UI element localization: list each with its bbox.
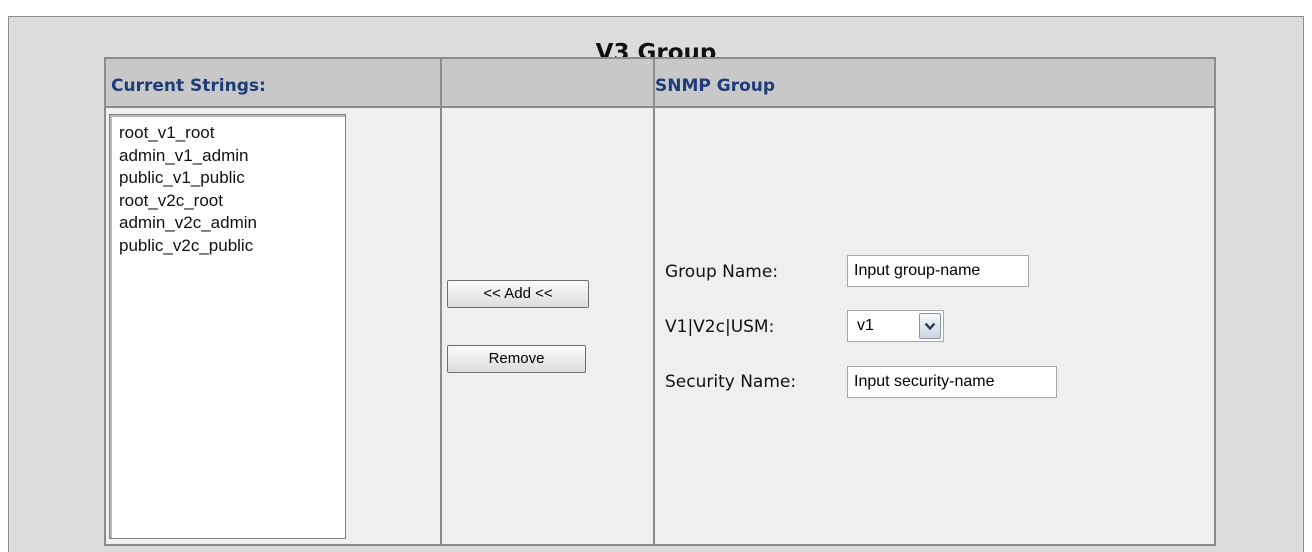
model-label: V1|V2c|USM: [665, 317, 775, 337]
chevron-down-icon[interactable] [919, 313, 941, 339]
list-item[interactable]: public_v2c_public [119, 235, 345, 258]
add-button[interactable]: << Add << [447, 280, 589, 308]
model-select-value: v1 [857, 317, 874, 334]
list-item[interactable]: admin_v2c_admin [119, 212, 345, 235]
model-select[interactable]: v1 [847, 310, 944, 342]
snmp-group-header: SNMP Group [655, 76, 776, 96]
column-divider [653, 59, 655, 544]
group-name-label: Group Name: [665, 262, 779, 282]
list-item[interactable]: admin_v1_admin [119, 145, 345, 168]
list-item[interactable]: public_v1_public [119, 167, 345, 190]
remove-button[interactable]: Remove [447, 345, 586, 373]
list-item[interactable]: root_v1_root [119, 122, 345, 145]
list-item[interactable]: root_v2c_root [119, 190, 345, 213]
current-strings-listbox[interactable]: root_v1_root admin_v1_admin public_v1_pu… [109, 114, 346, 539]
column-divider [440, 59, 442, 544]
group-name-input[interactable] [847, 255, 1029, 287]
security-name-input[interactable] [847, 366, 1057, 398]
security-name-label: Security Name: [665, 372, 797, 392]
current-strings-header: Current Strings: [111, 76, 266, 96]
